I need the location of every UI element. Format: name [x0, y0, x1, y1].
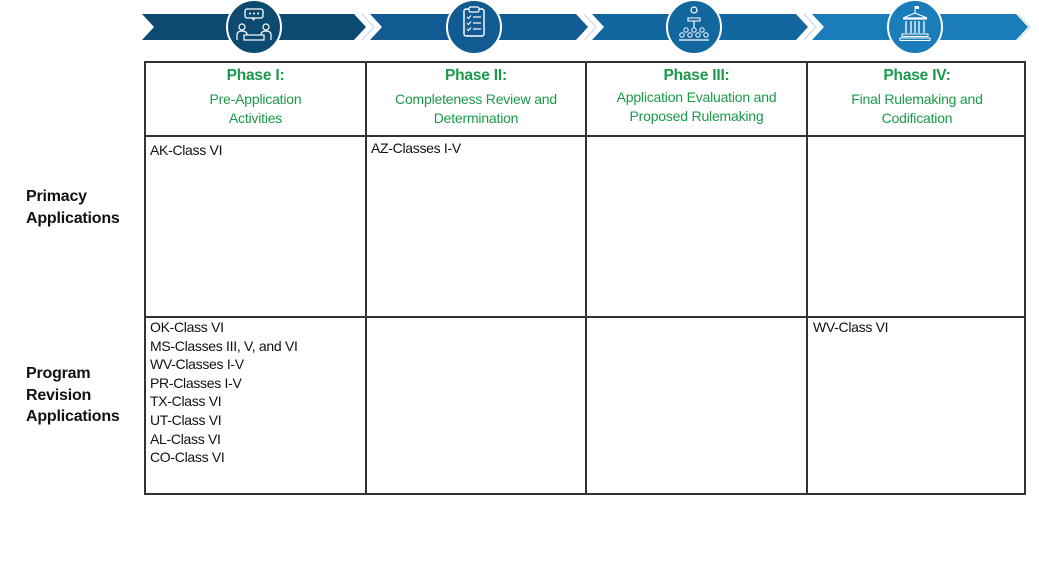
phase-1-header: Phase I: Pre-Application Activities [146, 63, 365, 137]
row-label-line: Applications [26, 408, 120, 425]
cell-primacy-phase-1: AK-Class VI [150, 141, 222, 160]
phase-description-line: Activities [228, 110, 283, 126]
application-entry: WV-Classes I-V [150, 356, 244, 373]
phase-description: Application Evaluation and Proposed Rule… [587, 88, 806, 126]
application-entry: WV-Class VI [813, 319, 889, 335]
meeting-icon [226, 0, 282, 55]
phase-description: Completeness Review and Determination [367, 90, 585, 128]
application-entry: TX-Class VI [150, 393, 222, 410]
phase-description-line: Pre-Application [209, 91, 302, 107]
phase-2-header: Phase II: Completeness Review and Determ… [367, 63, 585, 137]
phase-4-header: Phase IV: Final Rulemaking and Codificat… [808, 63, 1026, 137]
application-entry: OK-Class VI [150, 319, 224, 335]
phase-description-line: Application Evaluation and [616, 89, 777, 105]
application-entry: AL-Class VI [150, 430, 221, 447]
phase-description-line: Completeness Review and [395, 91, 557, 107]
row-label-line: Program [26, 365, 91, 382]
application-entry: CO-Class VI [150, 449, 225, 466]
phase-description-line: Final Rulemaking and [851, 91, 983, 107]
phase-description: Final Rulemaking and Codification [808, 90, 1026, 128]
phase-title: Phase I: [226, 67, 285, 84]
phase-description-line: Determination [433, 110, 519, 126]
phase-title: Phase III: [663, 67, 730, 84]
cell-revision-phase-4: WV-Class VI [813, 318, 889, 337]
presenter-audience-icon [666, 0, 722, 55]
application-entry: AZ-Classes I-V [371, 140, 461, 156]
cell-primacy-phase-2: AZ-Classes I-V [371, 139, 461, 158]
phase-title: Phase II: [445, 67, 507, 84]
phase-description-line: Proposed Rulemaking [629, 108, 764, 124]
application-entry: UT-Class VI [150, 411, 222, 428]
cell-revision-phase-1: OK-Class VI MS-Classes III, V, and VI WV… [150, 318, 298, 467]
phase-3-header: Phase III: Application Evaluation and Pr… [587, 63, 806, 137]
application-entry: PR-Classes I-V [150, 374, 242, 391]
application-entry: AK-Class VI [150, 142, 223, 158]
phase-description-line: Codification [881, 110, 953, 126]
phase-table: Phase I: Pre-Application Activities Phas… [144, 61, 1026, 495]
process-banner [142, 0, 1031, 55]
row-label-program-revision-applications: Program Revision Applications [26, 363, 120, 428]
application-entry: MS-Classes III, V, and VI [150, 337, 298, 354]
phase-description: Pre-Application Activities [146, 90, 365, 128]
government-building-icon [887, 0, 943, 55]
row-label-line: Primacy [26, 188, 87, 205]
phase-title: Phase IV: [883, 67, 951, 84]
row-label-line: Applications [26, 209, 120, 227]
clipboard-checklist-icon [446, 0, 502, 55]
row-label-line: Revision [26, 386, 92, 404]
row-label-primacy-applications: Primacy Applications [26, 186, 120, 229]
